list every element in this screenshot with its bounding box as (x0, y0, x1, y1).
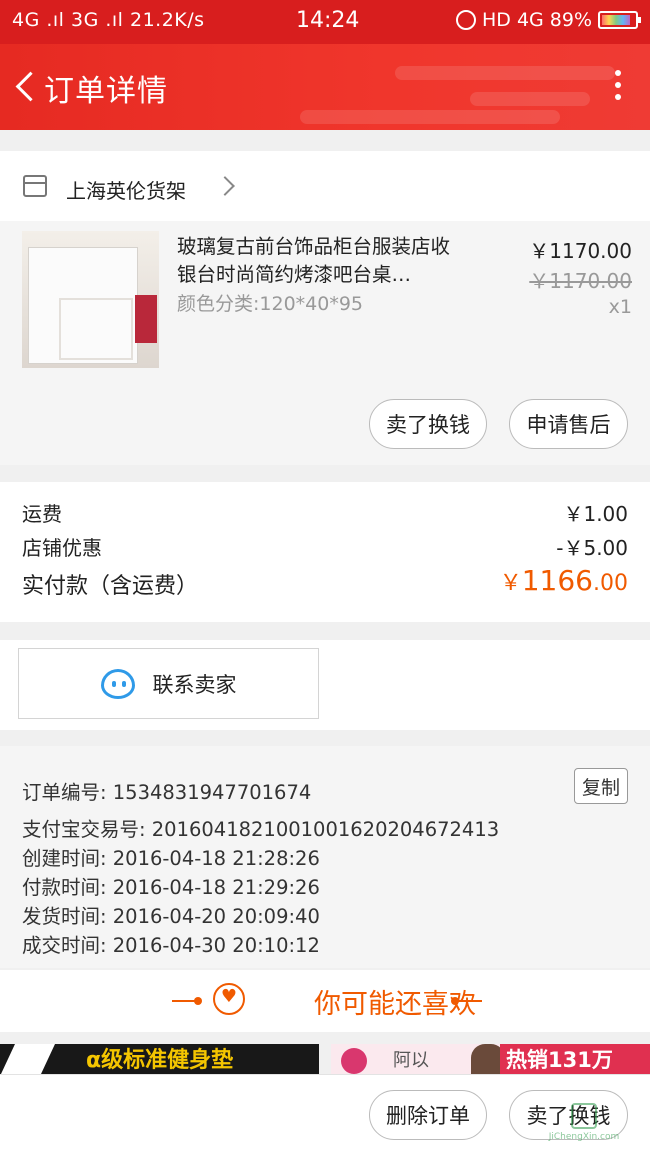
watermark: JiChengXin.com (524, 1103, 644, 1153)
product-quantity: x1 (608, 296, 632, 318)
banner-2-text: 阿以 (393, 1050, 429, 1071)
delete-order-button[interactable]: 删除订单 (369, 1090, 487, 1140)
total-amount: ￥1166.00 (500, 564, 628, 597)
recommend-header: 你可能还喜欢 (0, 970, 650, 1032)
banner-2-hot: 热销131万 (500, 1044, 650, 1074)
shipping-value: ￥1.00 (563, 502, 628, 526)
paid-time: 付款时间: 2016-04-18 21:29:26 (22, 876, 320, 899)
watermark-logo-icon (571, 1103, 597, 1129)
total-integer: 1166 (521, 564, 593, 597)
total-label: 实付款（含运费） (22, 574, 199, 599)
recommend-title: 你可能还喜欢 (314, 989, 476, 1020)
product-name: 玻璃复古前台饰品柜台服装店收银台时尚简约烤漆吧台桌… (177, 235, 451, 286)
fee-summary: 运费 ￥1.00 店铺优惠 -￥5.00 实付款（含运费） ￥1166.00 (0, 482, 650, 622)
shop-row[interactable]: 上海英伦货架 (0, 151, 650, 221)
product-original-price: ￥1170.00 (529, 269, 632, 293)
discount-value: -￥5.00 (556, 536, 628, 560)
battery-icon (598, 11, 641, 29)
shop-name: 上海英伦货架 (66, 179, 186, 203)
total-row: 实付款（含运费） ￥1166.00 (22, 564, 628, 600)
product-image[interactable] (22, 231, 159, 368)
network-type: HD 4G (481, 9, 544, 31)
product-price: ￥1170.00 (529, 239, 632, 263)
total-currency: ￥ (499, 571, 522, 596)
page-title: 订单详情 (44, 74, 168, 109)
recommend-banner-1[interactable]: α级标准健身垫 (0, 1044, 319, 1074)
more-options-icon[interactable] (614, 70, 622, 106)
discount-row: 店铺优惠 -￥5.00 (22, 532, 628, 561)
status-bar: 4G .ıl 3G .ıl 21.2K/s 14:24 HD 4G 89% (0, 0, 650, 44)
order-info: 订单编号: 1534831947701674 支付宝交易号: 201604182… (0, 746, 650, 968)
total-decimal: .00 (593, 571, 628, 596)
product-card[interactable]: 玻璃复古前台饰品柜台服装店收银台时尚简约烤漆吧台桌… 颜色分类:120*40*9… (0, 221, 650, 465)
shipping-row: 运费 ￥1.00 (22, 498, 628, 527)
app-header: 订单详情 (0, 44, 650, 130)
battery-percent: 89% (549, 9, 592, 31)
chat-icon (100, 668, 135, 699)
after-sale-button[interactable]: 申请售后 (509, 399, 628, 449)
alipay-trade-number: 支付宝交易号: 2016041821001001620204672413 (22, 818, 500, 841)
shop-icon (23, 175, 47, 197)
copy-button[interactable]: 复制 (574, 768, 628, 804)
created-time: 创建时间: 2016-04-18 21:28:26 (22, 847, 320, 870)
watermark-text: JiChengXin.com (548, 1132, 620, 1142)
shipping-label: 运费 (22, 502, 62, 526)
completed-time: 成交时间: 2016-04-30 20:10:12 (22, 934, 320, 957)
chevron-right-icon (215, 176, 235, 196)
contact-seller-button[interactable]: 联系卖家 (18, 648, 319, 719)
clock: 14:24 (296, 8, 360, 33)
discount-label: 店铺优惠 (22, 536, 102, 560)
order-number: 订单编号: 1534831947701674 (22, 781, 312, 804)
signal-indicators: 4G .ıl 3G .ıl 21.2K/s (12, 9, 205, 31)
alarm-icon (455, 10, 476, 30)
recommend-banner-2[interactable]: 阿以 热销131万 (331, 1044, 650, 1074)
contact-section: 联系卖家 (0, 640, 650, 730)
banner-1-text: α级标准健身垫 (86, 1048, 234, 1073)
sell-button[interactable]: 卖了换钱 (369, 399, 487, 449)
product-spec: 颜色分类:120*40*95 (177, 293, 364, 315)
contact-seller-label: 联系卖家 (152, 672, 237, 697)
shipped-time: 发货时间: 2016-04-20 20:09:40 (22, 905, 320, 928)
status-right: HD 4G 89% (455, 9, 641, 31)
